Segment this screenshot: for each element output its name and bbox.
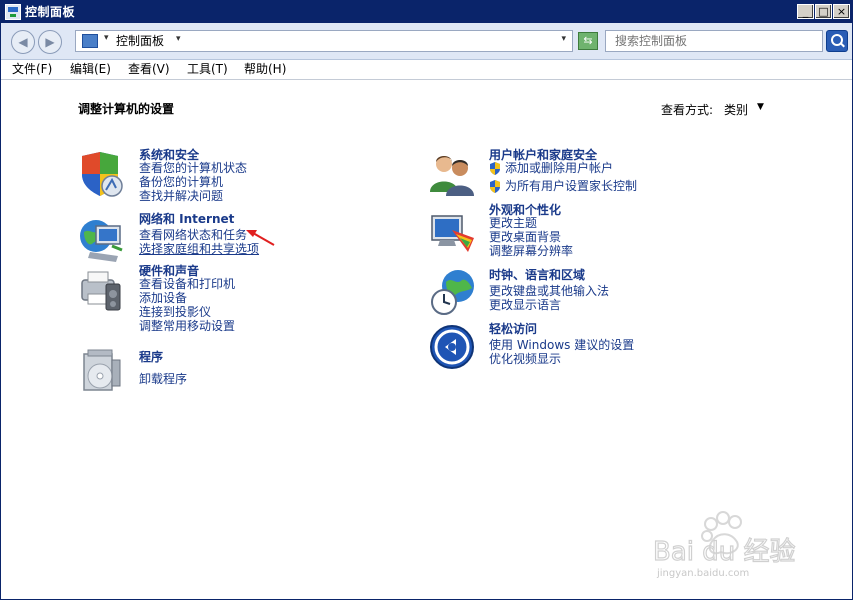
- menu-help[interactable]: 帮助(H): [244, 62, 286, 77]
- uac-shield-icon: [490, 162, 500, 175]
- menu-edit[interactable]: 编辑(E): [70, 62, 111, 77]
- change-display-language-link[interactable]: 更改显示语言: [489, 298, 561, 312]
- back-arrow-icon: ◀: [18, 35, 28, 49]
- forward-arrow-icon: ▶: [45, 35, 55, 49]
- optimize-display-link[interactable]: 优化视频显示: [489, 352, 561, 366]
- parental-controls-link[interactable]: 为所有用户设置家长控制: [505, 179, 637, 193]
- control-panel-small-icon: [82, 34, 98, 48]
- breadcrumb-control-panel[interactable]: 控制面板: [116, 34, 164, 48]
- system-security-title[interactable]: 系统和安全: [139, 148, 199, 162]
- find-fix-problems-link[interactable]: 查找并解决问题: [139, 189, 223, 203]
- network-internet-title[interactable]: 网络和 Internet: [139, 212, 234, 226]
- network-globe-icon[interactable]: [78, 216, 126, 264]
- homegroup-sharing-link[interactable]: 选择家庭组和共享选项: [139, 242, 259, 256]
- hardware-sound-title[interactable]: 硬件和声音: [139, 264, 199, 278]
- programs-title[interactable]: 程序: [139, 350, 163, 364]
- connect-projector-link[interactable]: 连接到投影仪: [139, 305, 211, 319]
- users-icon[interactable]: [428, 150, 476, 198]
- monitor-palette-icon[interactable]: [428, 210, 476, 258]
- uninstall-program-link[interactable]: 卸载程序: [139, 372, 187, 386]
- title-bar[interactable]: 控制面板 _ □ ×: [1, 1, 852, 23]
- add-device-link[interactable]: 添加设备: [139, 291, 187, 305]
- menu-bar: 文件(F) 编辑(E) 查看(V) 工具(T) 帮助(H): [1, 60, 852, 80]
- printer-hardware-icon[interactable]: [78, 266, 126, 314]
- view-computer-status-link[interactable]: 查看您的计算机状态: [139, 161, 247, 175]
- screen-resolution-link[interactable]: 调整屏幕分辨率: [489, 244, 573, 258]
- maximize-button[interactable]: □: [815, 4, 832, 19]
- uac-shield-icon: [490, 180, 500, 193]
- programs-disc-icon[interactable]: [78, 346, 126, 394]
- address-box[interactable]: ▾ 控制面板 ▾ ▾: [75, 30, 573, 52]
- address-bar: ◀ ▶ ▾ 控制面板 ▾ ▾ ⇆: [1, 23, 852, 60]
- control-panel-window: 控制面板 _ □ × ◀ ▶ ▾ 控制面板 ▾ ▾ ⇆ 文件(F) 编辑(E) …: [0, 0, 853, 600]
- menu-view[interactable]: 查看(V): [128, 62, 170, 77]
- page-title: 调整计算机的设置: [78, 102, 175, 116]
- chevron-down-icon[interactable]: ▾: [176, 34, 181, 44]
- devices-printers-link[interactable]: 查看设备和打印机: [139, 277, 235, 291]
- view-network-status-link[interactable]: 查看网络状态和任务: [139, 228, 247, 242]
- desktop-background-link[interactable]: 更改桌面背景: [489, 230, 561, 244]
- address-dropdown-icon[interactable]: ▾: [561, 34, 566, 44]
- mobility-settings-link[interactable]: 调整常用移动设置: [139, 319, 235, 333]
- back-button[interactable]: ◀: [11, 30, 35, 54]
- view-by-label: 查看方式:: [661, 103, 714, 117]
- appearance-title[interactable]: 外观和个性化: [489, 203, 561, 217]
- add-remove-accounts-link[interactable]: 添加或删除用户帐户: [505, 161, 613, 175]
- menu-file[interactable]: 文件(F): [12, 62, 52, 77]
- window-title: 控制面板: [25, 5, 76, 19]
- minimize-button[interactable]: _: [797, 4, 814, 19]
- search-input[interactable]: [605, 30, 823, 52]
- watermark-brand: Bai du 经验: [653, 537, 796, 567]
- close-button[interactable]: ×: [833, 4, 850, 19]
- watermark-url: jingyan.baidu.com: [657, 568, 750, 579]
- refresh-button[interactable]: ⇆: [578, 32, 598, 50]
- shield-system-icon[interactable]: [78, 150, 126, 198]
- control-panel-icon: [5, 4, 21, 20]
- clock-globe-icon[interactable]: [428, 268, 476, 316]
- refresh-icon: ⇆: [583, 34, 593, 47]
- magnifier-icon[interactable]: [826, 30, 848, 52]
- backup-computer-link[interactable]: 备份您的计算机: [139, 175, 223, 189]
- annotation-arrow-icon: [246, 230, 275, 246]
- change-keyboard-link[interactable]: 更改键盘或其他输入法: [489, 284, 609, 298]
- menu-tools[interactable]: 工具(T): [187, 62, 228, 77]
- recommended-settings-link[interactable]: 使用 Windows 建议的设置: [489, 338, 634, 352]
- chevron-down-icon[interactable]: ▼: [757, 102, 764, 112]
- forward-button[interactable]: ▶: [38, 30, 62, 54]
- user-accounts-title[interactable]: 用户帐户和家庭安全: [489, 148, 597, 162]
- clock-language-title[interactable]: 时钟、语言和区域: [489, 268, 585, 282]
- ease-of-access-icon[interactable]: [428, 323, 476, 371]
- change-theme-link[interactable]: 更改主题: [489, 216, 537, 230]
- view-by-dropdown[interactable]: 类别: [724, 101, 748, 118]
- breadcrumb-arrow-icon[interactable]: ▾: [104, 33, 109, 43]
- ease-of-access-title[interactable]: 轻松访问: [489, 322, 537, 336]
